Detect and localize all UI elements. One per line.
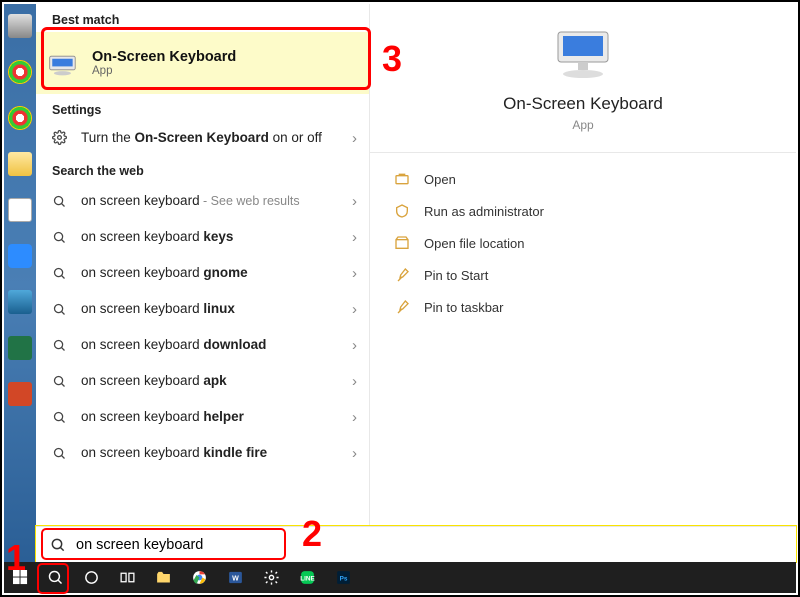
web-result-label: on screen keyboard linux xyxy=(81,301,352,318)
chevron-right-icon: › xyxy=(352,301,357,318)
action-open[interactable]: Open xyxy=(370,163,796,195)
search-icon xyxy=(52,410,67,425)
web-result-6[interactable]: on screen keyboard helper › xyxy=(36,399,369,435)
desktop-icon-generic[interactable] xyxy=(8,290,32,314)
web-result-2[interactable]: on screen keyboard gnome › xyxy=(36,255,369,291)
action-label: Pin to taskbar xyxy=(424,300,504,315)
taskbar-settings-button[interactable] xyxy=(256,564,286,591)
taskbar-cortana-button[interactable] xyxy=(76,564,106,591)
chevron-right-icon: › xyxy=(352,409,357,426)
desktop-icon-chrome-2[interactable] xyxy=(8,106,32,130)
web-result-4[interactable]: on screen keyboard download › xyxy=(36,327,369,363)
action-label: Open xyxy=(424,172,456,187)
best-match-item[interactable]: On-Screen Keyboard App xyxy=(36,32,369,94)
search-icon xyxy=(52,230,67,245)
action-run-as-administrator[interactable]: Run as administrator xyxy=(370,195,796,227)
taskbar-file-explorer-button[interactable] xyxy=(148,564,178,591)
desktop-icon-text-file[interactable] xyxy=(8,198,32,222)
search-preview-pane: On-Screen Keyboard App Open Run as admini… xyxy=(370,4,796,568)
taskbar-search-button[interactable] xyxy=(40,564,70,591)
web-result-label: on screen keyboard download xyxy=(81,337,352,354)
svg-text:W: W xyxy=(232,574,239,582)
preview-actions-list: Open Run as administrator Open file locati… xyxy=(370,153,796,333)
action-icon xyxy=(394,267,410,283)
web-result-0[interactable]: on screen keyboard - See web results › xyxy=(36,183,369,219)
action-label: Pin to Start xyxy=(424,268,488,283)
action-label: Run as administrator xyxy=(424,204,544,219)
search-icon xyxy=(52,374,67,389)
web-result-3[interactable]: on screen keyboard linux › xyxy=(36,291,369,327)
taskbar-word-button[interactable]: W xyxy=(220,564,250,591)
search-icon xyxy=(52,302,67,317)
chevron-right-icon: › xyxy=(352,265,357,282)
desktop-icon-this-pc[interactable] xyxy=(8,14,32,38)
svg-text:LINE: LINE xyxy=(300,575,315,582)
chevron-right-icon: › xyxy=(352,229,357,246)
chevron-right-icon: › xyxy=(352,130,357,147)
action-icon xyxy=(394,203,410,219)
search-results-left-column: Best match On-Screen Keyboard App Settin… xyxy=(36,4,370,568)
on-screen-keyboard-icon xyxy=(48,49,82,77)
action-icon xyxy=(394,171,410,187)
action-label: Open file location xyxy=(424,236,524,251)
web-result-5[interactable]: on screen keyboard apk › xyxy=(36,363,369,399)
settings-item-label: Turn the On-Screen Keyboard on or off xyxy=(81,130,352,147)
search-icon xyxy=(52,338,67,353)
desktop-icon-excel[interactable] xyxy=(8,336,32,360)
search-icon xyxy=(52,446,67,461)
web-result-label: on screen keyboard - See web results xyxy=(81,193,352,210)
web-result-label: on screen keyboard apk xyxy=(81,373,352,390)
search-input[interactable] xyxy=(76,537,782,553)
search-input-bar[interactable] xyxy=(36,526,796,562)
desktop-icon-chrome[interactable] xyxy=(8,60,32,84)
taskbar-chrome-button[interactable] xyxy=(184,564,214,591)
desktop-icon-powerpoint[interactable] xyxy=(8,382,32,406)
start-button[interactable] xyxy=(4,562,36,593)
taskbar: W LINE Ps xyxy=(36,562,796,593)
best-match-subtitle: App xyxy=(92,65,236,77)
web-result-7[interactable]: on screen keyboard kindle fire › xyxy=(36,435,369,471)
chevron-right-icon: › xyxy=(352,445,357,462)
preview-subtitle: App xyxy=(572,118,593,132)
web-result-label: on screen keyboard kindle fire xyxy=(81,445,352,462)
taskbar-task-view-button[interactable] xyxy=(112,564,142,591)
search-icon xyxy=(52,266,67,281)
web-result-label: on screen keyboard keys xyxy=(81,229,352,246)
action-open-file-location[interactable]: Open file location xyxy=(370,227,796,259)
taskbar-line-button[interactable]: LINE xyxy=(292,564,322,591)
action-pin-to-taskbar[interactable]: Pin to taskbar xyxy=(370,291,796,323)
web-result-label: on screen keyboard gnome xyxy=(81,265,352,282)
preview-title: On-Screen Keyboard xyxy=(503,94,663,114)
web-result-1[interactable]: on screen keyboard keys › xyxy=(36,219,369,255)
search-icon xyxy=(50,537,66,553)
action-pin-to-start[interactable]: Pin to Start xyxy=(370,259,796,291)
search-results-panel: Best match On-Screen Keyboard App Settin… xyxy=(36,4,796,568)
taskbar-photoshop-button[interactable]: Ps xyxy=(328,564,358,591)
preview-on-screen-keyboard-icon xyxy=(548,26,618,82)
action-icon xyxy=(394,235,410,251)
gear-icon xyxy=(52,130,67,145)
section-header-best-match: Best match xyxy=(36,4,369,32)
desktop-icon-zoom[interactable] xyxy=(8,244,32,268)
best-match-title: On-Screen Keyboard xyxy=(92,49,236,65)
svg-text:Ps: Ps xyxy=(339,575,347,582)
web-result-label: on screen keyboard helper xyxy=(81,409,352,426)
desktop-icon-ccleaner[interactable] xyxy=(8,152,32,176)
settings-item-toggle-osk[interactable]: Turn the On-Screen Keyboard on or off › xyxy=(36,122,369,155)
chevron-right-icon: › xyxy=(352,373,357,390)
section-header-settings: Settings xyxy=(36,94,369,122)
chevron-right-icon: › xyxy=(352,193,357,210)
desktop-background-sliver xyxy=(4,4,36,568)
action-icon xyxy=(394,299,410,315)
chevron-right-icon: › xyxy=(352,337,357,354)
search-icon xyxy=(52,194,67,209)
section-header-search-web: Search the web xyxy=(36,155,369,183)
preview-header: On-Screen Keyboard App xyxy=(370,4,796,153)
